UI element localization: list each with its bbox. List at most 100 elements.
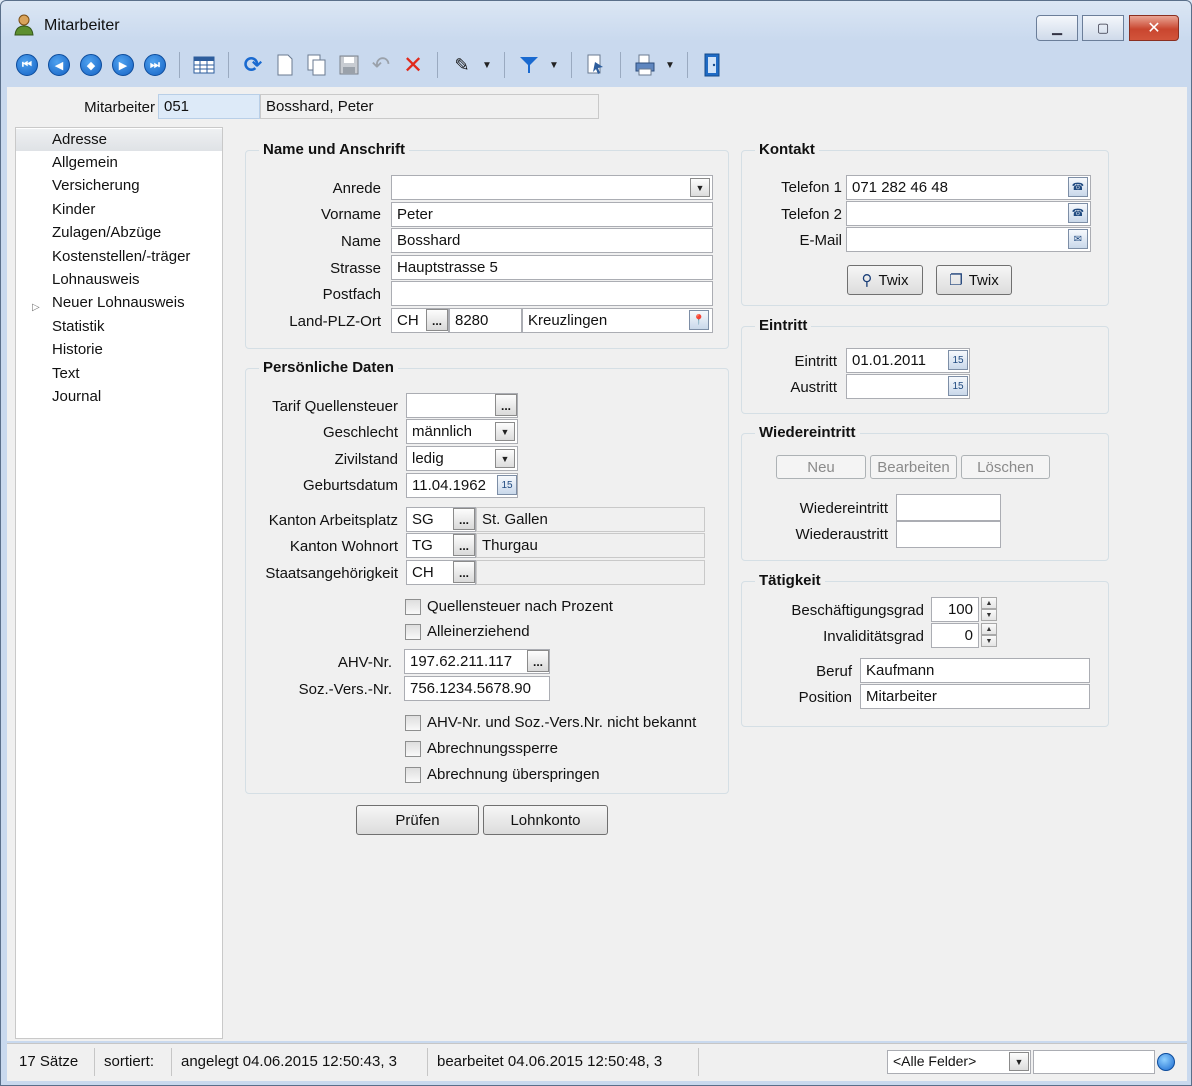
ahv-nicht-bekannt-checkbox[interactable]: AHV-Nr. und Soz.-Vers.Nr. nicht bekannt	[405, 714, 696, 731]
next-record-button[interactable]: ▶	[109, 51, 137, 79]
beschaeftigungsgrad-spinner[interactable]: ▲ ▼	[981, 597, 997, 622]
checkbox-box[interactable]	[405, 598, 421, 615]
first-record-button[interactable]: ⏮	[13, 51, 41, 79]
delete-button[interactable]: ✕	[399, 51, 427, 79]
refresh-button[interactable]: ⟳	[239, 51, 267, 79]
nav-item-adresse[interactable]: Adresse	[16, 129, 222, 151]
email-field[interactable]	[846, 227, 1091, 252]
checkbox-box[interactable]	[405, 623, 421, 640]
spin-up-icon[interactable]: ▲	[981, 623, 997, 635]
reentry-delete-button[interactable]: Löschen	[961, 455, 1050, 479]
anrede-select[interactable]	[391, 175, 713, 200]
staatsangehoerigkeit-lookup-button[interactable]: ...	[453, 561, 475, 583]
minimize-button[interactable]: ▁	[1036, 15, 1078, 41]
strasse-field[interactable]: Hauptstrasse 5	[391, 255, 713, 280]
telefon1-dial-button[interactable]: ☎	[1068, 177, 1088, 197]
ahv-lookup-button[interactable]: ...	[527, 650, 549, 672]
twix-copy-button[interactable]: ❐ Twix	[936, 265, 1012, 295]
field-filter-dropdown-button[interactable]: ▼	[1009, 1052, 1029, 1071]
austritt-calendar-button[interactable]: 15	[948, 376, 968, 396]
nav-item-kostenstellen[interactable]: Kostenstellen/-träger	[16, 246, 222, 268]
alleinerziehend-checkbox[interactable]: Alleinerziehend	[405, 623, 530, 640]
beschaeftigungsgrad-field[interactable]: 100	[931, 597, 979, 622]
search-dropdown-arrow[interactable]: ▼	[480, 60, 494, 71]
twix-search-button[interactable]: ⚲ Twix	[847, 265, 923, 295]
undo-button[interactable]: ↶	[367, 51, 395, 79]
nav-item-historie[interactable]: Historie	[16, 339, 222, 361]
wiedereintritt-field[interactable]	[896, 494, 1001, 521]
new-record-button[interactable]	[271, 51, 299, 79]
jump-record-button[interactable]: ◆	[77, 51, 105, 79]
anrede-dropdown-button[interactable]: ▼	[690, 178, 710, 197]
sozvers-field[interactable]: 756.1234.5678.90	[404, 676, 550, 701]
toolbar-separator	[687, 52, 688, 78]
abrechnung-ueberspringen-checkbox[interactable]: Abrechnung überspringen	[405, 766, 600, 783]
position-field[interactable]: Mitarbeiter	[860, 684, 1090, 709]
geburtsdatum-calendar-button[interactable]: 15	[497, 475, 517, 495]
name-field[interactable]: Bosshard	[391, 228, 713, 253]
export-button[interactable]	[582, 51, 610, 79]
postfach-field[interactable]	[391, 281, 713, 306]
nav-item-journal[interactable]: Journal	[16, 386, 222, 408]
name-address-title: Name und Anschrift	[259, 141, 409, 158]
print-dropdown-arrow[interactable]: ▼	[663, 60, 677, 71]
print-button[interactable]	[631, 51, 659, 79]
close-button[interactable]: ✕	[1129, 15, 1179, 41]
search-button[interactable]: ✎	[448, 51, 476, 79]
nav-item-text[interactable]: Text	[16, 363, 222, 385]
nav-item-label: Kostenstellen/-träger	[52, 248, 191, 265]
checkbox-box[interactable]	[405, 714, 421, 731]
maximize-button[interactable]: ▢	[1082, 15, 1124, 41]
employee-number-field[interactable]: 051	[158, 94, 260, 119]
beruf-field[interactable]: Kaufmann	[860, 658, 1090, 683]
reentry-edit-button[interactable]: Bearbeiten	[870, 455, 957, 479]
plz-field[interactable]: 8280	[449, 308, 522, 333]
spin-down-icon[interactable]: ▼	[981, 609, 997, 621]
undo-icon: ↶	[371, 52, 391, 77]
spin-down-icon[interactable]: ▼	[981, 635, 997, 647]
nav-item-neuer-lohnausweis[interactable]: ▷ Neuer Lohnausweis	[16, 292, 222, 314]
exit-button[interactable]	[698, 51, 726, 79]
save-button[interactable]	[335, 51, 363, 79]
telefon2-field[interactable]	[846, 201, 1091, 226]
telefon2-dial-button[interactable]: ☎	[1068, 203, 1088, 223]
quick-search-input[interactable]	[1033, 1050, 1155, 1074]
invaliditaetsgrad-field[interactable]: 0	[931, 623, 979, 648]
quellensteuer-prozent-checkbox[interactable]: Quellensteuer nach Prozent	[405, 598, 613, 615]
previous-record-icon: ◀	[48, 54, 70, 76]
nav-item-lohnausweis[interactable]: Lohnausweis	[16, 269, 222, 291]
pruefen-button[interactable]: Prüfen	[356, 805, 479, 835]
copy-record-button[interactable]	[303, 51, 331, 79]
zivilstand-dropdown-button[interactable]: ▼	[495, 449, 515, 468]
nav-item-kinder[interactable]: Kinder	[16, 199, 222, 221]
table-view-button[interactable]	[190, 51, 218, 79]
reentry-new-button[interactable]: Neu	[776, 455, 866, 479]
invaliditaetsgrad-spinner[interactable]: ▲ ▼	[981, 623, 997, 648]
nav-item-allgemein[interactable]: Allgemein	[16, 152, 222, 174]
kanton-wohnort-lookup-button[interactable]: ...	[453, 534, 475, 556]
quick-search-globe-icon[interactable]	[1157, 1053, 1175, 1071]
nav-item-zulagen[interactable]: Zulagen/Abzüge	[16, 222, 222, 244]
wiederaustritt-field[interactable]	[896, 521, 1001, 548]
geschlecht-dropdown-button[interactable]: ▼	[495, 422, 515, 441]
abrechnungssperre-checkbox[interactable]: Abrechnungssperre	[405, 740, 558, 757]
ort-field[interactable]: Kreuzlingen	[522, 308, 713, 333]
checkbox-box[interactable]	[405, 740, 421, 757]
spin-up-icon[interactable]: ▲	[981, 597, 997, 609]
map-pin-button[interactable]: 📍	[689, 310, 709, 330]
eintritt-calendar-button[interactable]: 15	[948, 350, 968, 370]
email-send-button[interactable]: ✉	[1068, 229, 1088, 249]
checkbox-box[interactable]	[405, 766, 421, 783]
nav-item-versicherung[interactable]: Versicherung	[16, 175, 222, 197]
telefon1-field[interactable]: 071 282 46 48	[846, 175, 1091, 200]
kanton-arbeitsplatz-lookup-button[interactable]: ...	[453, 508, 475, 530]
previous-record-button[interactable]: ◀	[45, 51, 73, 79]
filter-dropdown-arrow[interactable]: ▼	[547, 60, 561, 71]
tarif-lookup-button[interactable]: ...	[495, 394, 517, 416]
last-record-button[interactable]: ⏭	[141, 51, 169, 79]
filter-button[interactable]	[515, 51, 543, 79]
lohnkonto-button[interactable]: Lohnkonto	[483, 805, 608, 835]
vorname-field[interactable]: Peter	[391, 202, 713, 227]
nav-item-statistik[interactable]: Statistik	[16, 316, 222, 338]
land-lookup-button[interactable]: ...	[426, 309, 448, 331]
